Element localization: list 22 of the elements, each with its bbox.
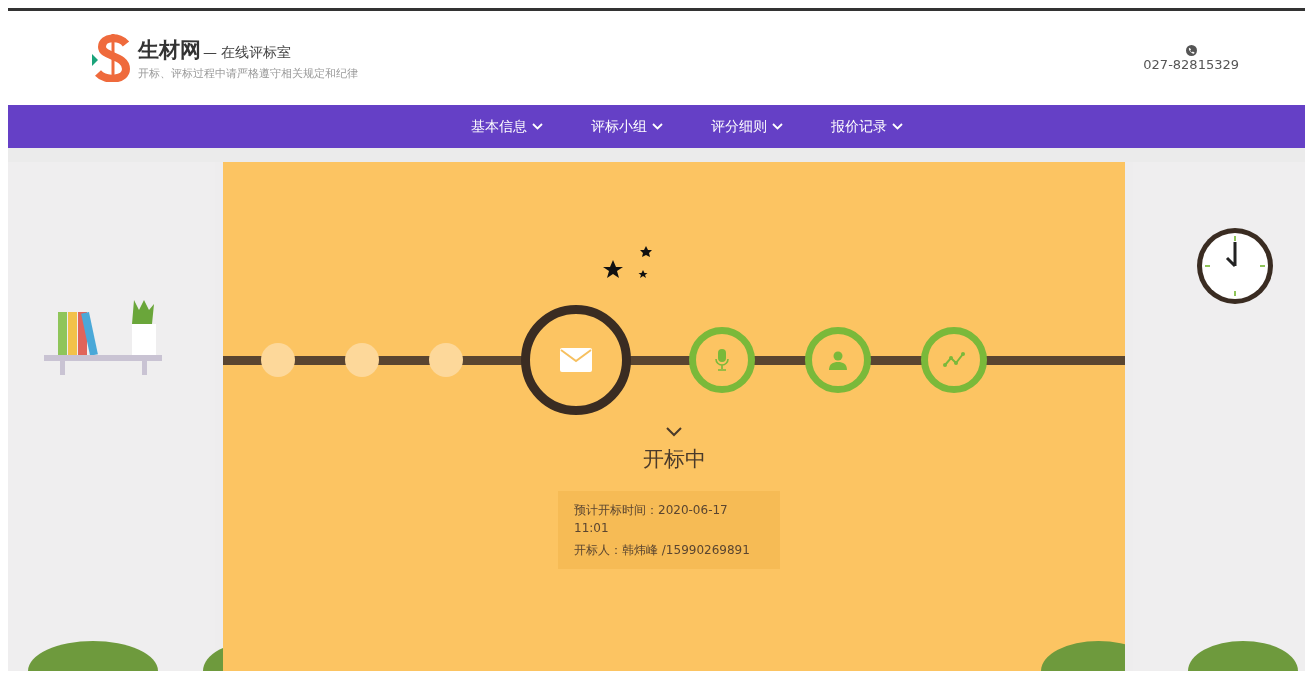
notice-text: 开标、评标过程中请严格遵守相关规定和纪律 — [138, 65, 358, 81]
brand-name: 生材网 — [138, 36, 201, 64]
info-text: 开标人：韩炜峰 /15990269891 — [574, 542, 751, 559]
chevron-down-icon — [531, 123, 543, 130]
chevron-down-icon — [651, 123, 663, 130]
chevron-down-icon — [666, 427, 682, 437]
phone-icon — [1185, 44, 1197, 56]
line-chart-icon — [943, 352, 965, 368]
chevron-down-icon — [891, 123, 903, 130]
nav-menu-item[interactable]: 评标小组 — [588, 113, 665, 140]
chevron-down-icon — [771, 123, 783, 130]
phone-number: 027-82815329 — [1143, 56, 1239, 72]
envelope-icon — [560, 348, 592, 372]
nav-menu-item[interactable]: 评分细则 — [708, 113, 785, 140]
person-icon — [828, 350, 848, 370]
logo-icon — [90, 34, 132, 82]
microphone-icon — [715, 349, 729, 371]
info-text: 预计开标时间：2020-06-17 11:01 — [574, 502, 729, 537]
brand-subtitle: — 在线评标室 — [203, 43, 292, 62]
nav-menu-item[interactable]: 报价记录 — [828, 113, 905, 140]
nav-menu-item[interactable]: 基本信息 — [468, 113, 545, 140]
status-title: 开标中 — [642, 446, 706, 473]
